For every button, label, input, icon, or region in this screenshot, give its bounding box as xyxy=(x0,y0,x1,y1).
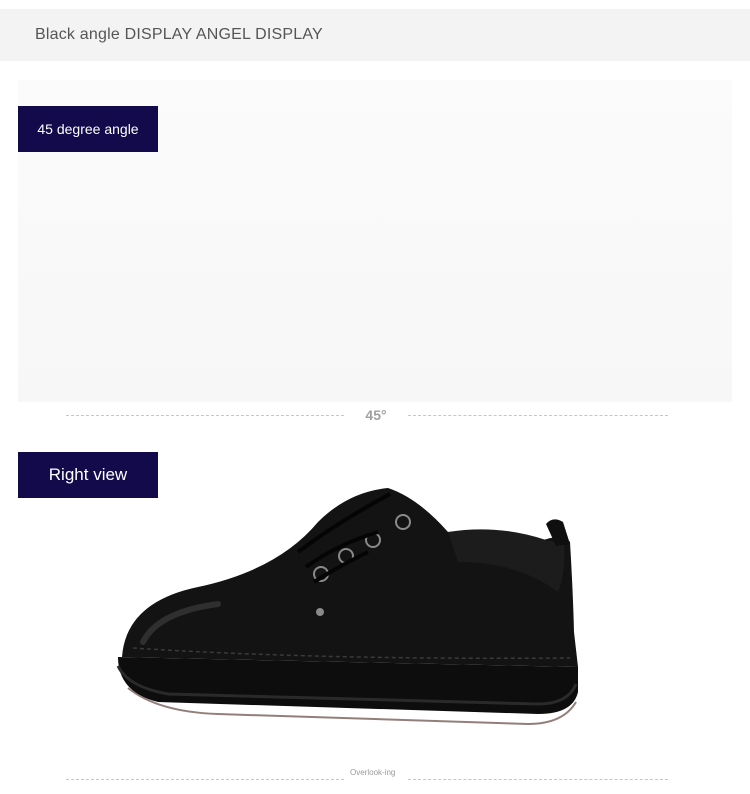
view-panel-right xyxy=(18,452,732,764)
divider-right-1 xyxy=(408,415,668,416)
page-title: Black angle DISPLAY ANGEL DISPLAY xyxy=(35,26,323,43)
divider-label-45: 45° xyxy=(365,407,387,423)
divider-label-overlooking: Overlook-ing xyxy=(350,768,396,777)
shoe-right-view-image xyxy=(116,488,578,726)
divider-right-2 xyxy=(408,779,668,780)
view-label-right: Right view xyxy=(18,452,158,498)
divider-left-2 xyxy=(66,779,344,780)
view-label-45-degree: 45 degree angle xyxy=(18,106,158,152)
divider-left-1 xyxy=(66,415,344,416)
